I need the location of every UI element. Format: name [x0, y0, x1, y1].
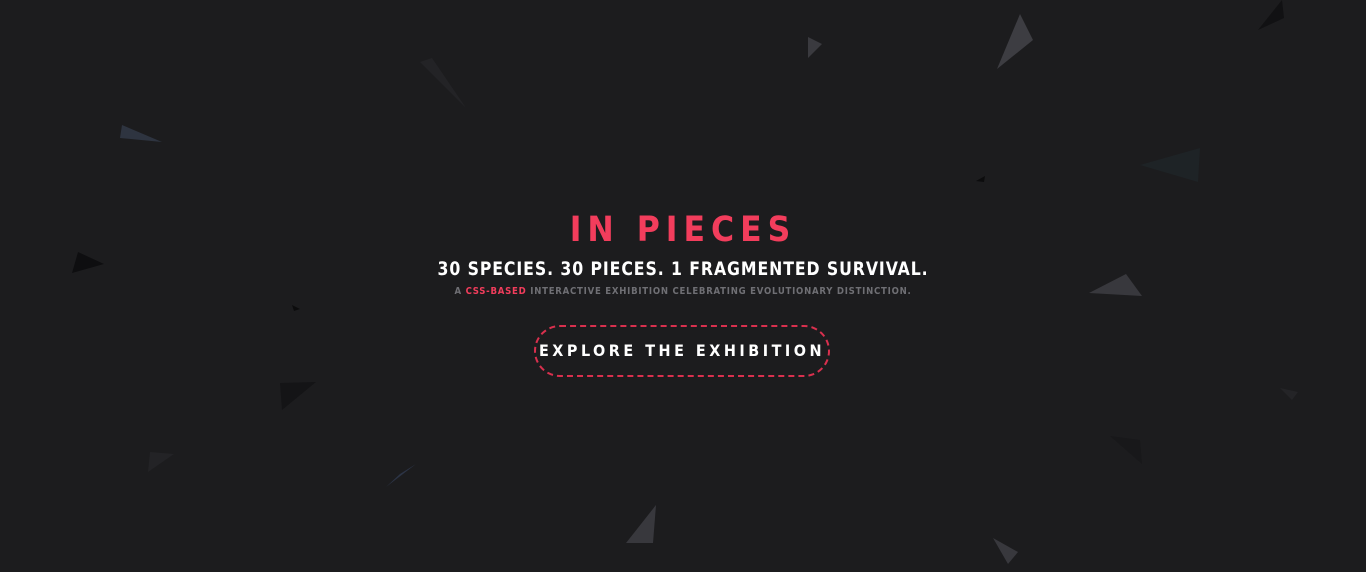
shard: [1258, 0, 1284, 30]
shard: [386, 464, 416, 487]
tagline-prefix: A: [454, 286, 462, 297]
shard: [1110, 436, 1142, 464]
shard: [997, 14, 1033, 69]
page-tagline: A CSS-BASED INTERACTIVE EXHIBITION CELEB…: [34, 285, 1332, 299]
shard: [420, 58, 466, 108]
shard: [120, 125, 162, 142]
shard: [808, 37, 822, 58]
page-subtitle: 30 SPECIES. 30 PIECES. 1 FRAGMENTED SURV…: [437, 258, 929, 280]
exhibition-landing: IN PIECES 30 SPECIES. 30 PIECES. 1 FRAGM…: [0, 0, 1366, 572]
shard: [292, 305, 300, 311]
tagline-suffix: INTERACTIVE EXHIBITION CELEBRATING EVOLU…: [530, 286, 912, 297]
shard: [280, 382, 316, 410]
page-title: IN PIECES: [569, 210, 797, 250]
shard: [1140, 148, 1200, 182]
shard: [626, 505, 656, 543]
shard: [993, 538, 1018, 564]
explore-exhibition-button[interactable]: EXPLORE THE EXHIBITION: [534, 325, 830, 377]
shard: [1280, 388, 1298, 400]
tagline-accent: CSS-BASED: [465, 286, 527, 297]
shard: [976, 176, 985, 182]
shard: [148, 452, 174, 472]
